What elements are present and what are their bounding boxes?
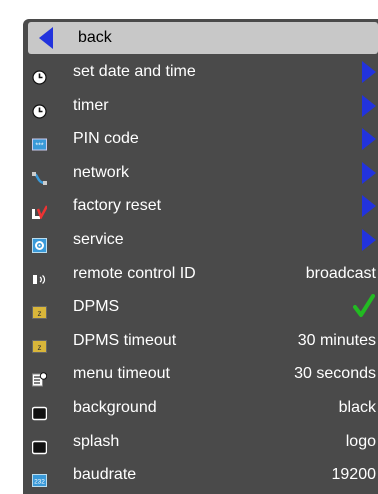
menu-item-value: 30 seconds: [294, 365, 376, 383]
menu-item-service[interactable]: service: [23, 223, 378, 257]
factory-reset-icon: [32, 198, 49, 221]
menu-item-label: background: [73, 398, 157, 416]
menu-item-value: 19200: [331, 466, 377, 484]
menu-item-value: logo: [345, 432, 376, 450]
back-arrow-icon: [39, 27, 53, 49]
menu-item-set-date-and-time[interactable]: set date and time: [23, 55, 378, 89]
menu-item-value: 30 minutes: [297, 331, 376, 349]
pin-keypad-icon: ***: [32, 131, 47, 151]
remote-control-icon: [32, 266, 47, 284]
menu-item-label: baudrate: [73, 466, 137, 484]
service-icon: [32, 232, 47, 253]
network-cable-icon: [32, 165, 47, 185]
menu-list: set date and time timer *** PIN code network…: [23, 55, 378, 492]
menu-item-factory-reset[interactable]: factory reset: [23, 189, 378, 223]
menu-item-label: timer: [73, 96, 109, 114]
svg-text:***: ***: [35, 143, 43, 150]
menu-item-baudrate[interactable]: 232 baudrate 19200: [23, 458, 378, 492]
menu-item-dpms-timeout[interactable]: z DPMS timeout 30 minutes: [23, 324, 378, 358]
menu-item-splash[interactable]: splash logo: [23, 425, 378, 459]
baudrate-232-icon: 232: [32, 467, 47, 488]
menu-item-label: factory reset: [73, 197, 162, 215]
menu-item-value: broadcast: [305, 264, 376, 282]
dpms-icon: z: [32, 333, 47, 353]
menu-item-pin-code[interactable]: *** PIN code: [23, 122, 378, 156]
back-button[interactable]: back: [28, 22, 378, 54]
menu-timeout-icon: [32, 366, 48, 387]
dpms-icon: z: [32, 299, 47, 320]
svg-text:232: 232: [34, 479, 45, 486]
background-icon: [31, 400, 48, 421]
menu-item-label: splash: [73, 432, 120, 450]
menu-item-menu-timeout[interactable]: menu timeout 30 seconds: [23, 357, 378, 391]
menu-item-label: network: [73, 163, 130, 181]
clock-icon: [32, 98, 47, 119]
menu-item-label: DPMS: [73, 298, 120, 316]
menu-item-label: set date and time: [73, 63, 196, 80]
menu-item-remote-control-id[interactable]: remote control ID broadcast: [23, 257, 378, 291]
menu-item-label: remote control ID: [73, 264, 196, 282]
menu-item-value: black: [338, 398, 376, 416]
menu-item-label: DPMS timeout: [73, 331, 177, 349]
svg-text:z: z: [38, 343, 42, 352]
menu-item-dpms[interactable]: z DPMS: [23, 290, 378, 324]
menu-item-background[interactable]: background black: [23, 391, 378, 425]
osd-menu-panel: back set date and time timer *** PIN code ne…: [23, 19, 378, 494]
background-icon: [31, 434, 48, 454]
menu-item-network[interactable]: network: [23, 156, 378, 190]
menu-item-label: menu timeout: [73, 365, 170, 383]
menu-item-timer[interactable]: timer: [23, 89, 378, 123]
menu-item-label: PIN code: [73, 130, 139, 148]
back-label: back: [78, 29, 112, 46]
menu-item-label: service: [73, 230, 124, 248]
clock-icon: [32, 64, 47, 85]
svg-text:z: z: [38, 309, 42, 318]
